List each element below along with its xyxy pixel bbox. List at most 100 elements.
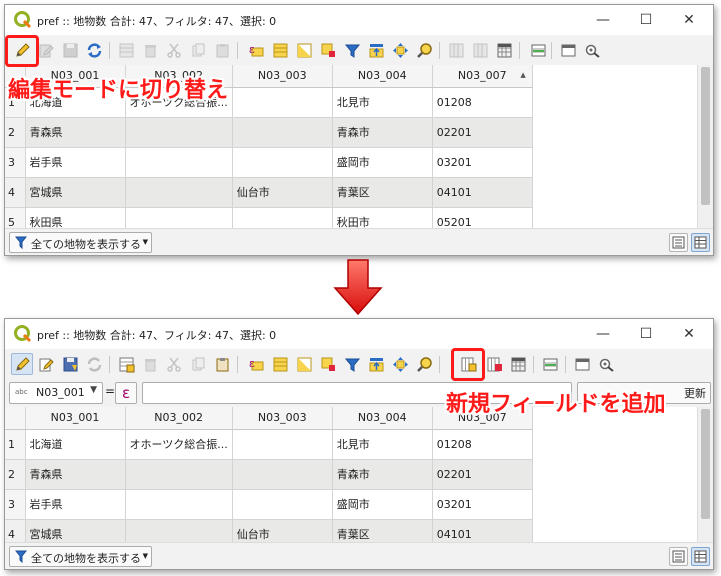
- table-cell[interactable]: [232, 429, 333, 460]
- table-cell[interactable]: [125, 207, 233, 230]
- row-number[interactable]: 2: [5, 117, 26, 148]
- row-number[interactable]: 3: [5, 147, 26, 178]
- table-cell[interactable]: 秋田市: [332, 207, 433, 230]
- table-cell[interactable]: 02201: [432, 459, 533, 490]
- table-cell[interactable]: 青森県: [25, 117, 126, 148]
- table-cell[interactable]: 岩手県: [25, 489, 126, 520]
- table-cell[interactable]: [232, 117, 333, 148]
- toggle-editing-button[interactable]: [11, 353, 33, 375]
- table-cell[interactable]: 宮城県: [25, 519, 126, 544]
- table-cell[interactable]: [125, 459, 233, 490]
- table-cell[interactable]: 仙台市: [232, 519, 333, 544]
- field-select[interactable]: abc N03_001 ▼: [9, 382, 103, 404]
- corner-header[interactable]: [5, 407, 26, 430]
- table-row[interactable]: 1 北海道 オホーツク総合振... 北見市 01208: [5, 429, 533, 460]
- table-cell[interactable]: [125, 489, 233, 520]
- row-number[interactable]: 4: [5, 519, 26, 544]
- cut-button[interactable]: [163, 353, 185, 375]
- table-row[interactable]: 5 秋田県 秋田市 05201: [5, 207, 533, 230]
- table-cell[interactable]: 青葉区: [332, 519, 433, 544]
- form-view-button[interactable]: [669, 547, 688, 566]
- table-row[interactable]: 3 岩手県 盛岡市 03201: [5, 147, 533, 178]
- zoom-to-selected-button[interactable]: [413, 39, 435, 61]
- new-field-button[interactable]: [445, 39, 467, 61]
- delete-feature-button[interactable]: [139, 39, 161, 61]
- column-header[interactable]: N03_004: [332, 65, 433, 88]
- vertical-scrollbar[interactable]: [697, 65, 713, 230]
- table-cell[interactable]: [232, 459, 333, 490]
- row-number[interactable]: 4: [5, 177, 26, 208]
- row-number[interactable]: 5: [5, 207, 26, 230]
- select-all-button[interactable]: [269, 39, 291, 61]
- save-edits-button[interactable]: [59, 353, 81, 375]
- reload-button[interactable]: [83, 353, 105, 375]
- conditional-formatting-button[interactable]: [527, 39, 549, 61]
- table-cell[interactable]: 盛岡市: [332, 147, 433, 178]
- maximize-button[interactable]: ☐: [626, 9, 666, 31]
- paste-button[interactable]: [211, 39, 233, 61]
- row-number[interactable]: 3: [5, 489, 26, 520]
- table-cell[interactable]: 青葉区: [332, 177, 433, 208]
- feature-filter-button[interactable]: 全ての地物を表示する ▼: [9, 546, 152, 567]
- scrollbar-thumb[interactable]: [701, 409, 710, 519]
- paste-button[interactable]: [211, 353, 233, 375]
- table-cell[interactable]: [125, 177, 233, 208]
- delete-field-button[interactable]: [469, 39, 491, 61]
- dock-table-button[interactable]: [557, 39, 579, 61]
- vertical-scrollbar[interactable]: [697, 407, 713, 544]
- table-view-button[interactable]: [691, 547, 710, 566]
- column-header[interactable]: N03_001: [25, 407, 126, 430]
- table-cell[interactable]: [125, 117, 233, 148]
- pan-to-selected-button[interactable]: [389, 39, 411, 61]
- save-edits-button[interactable]: [59, 39, 81, 61]
- dock-table-button[interactable]: [571, 353, 593, 375]
- minimize-button[interactable]: —: [583, 323, 623, 345]
- table-cell[interactable]: 01208: [432, 87, 533, 118]
- column-header[interactable]: N03_003: [232, 407, 333, 430]
- column-header[interactable]: N03_002: [125, 407, 233, 430]
- column-header-sorted[interactable]: N03_007: [432, 65, 533, 88]
- reload-button[interactable]: [83, 39, 105, 61]
- table-cell[interactable]: 盛岡市: [332, 489, 433, 520]
- table-row[interactable]: 2 青森県 青森市 02201: [5, 459, 533, 490]
- maximize-button[interactable]: ☐: [626, 323, 666, 345]
- field-calculator-button[interactable]: [507, 353, 529, 375]
- add-feature-button[interactable]: [115, 39, 137, 61]
- invert-selection-button[interactable]: [293, 353, 315, 375]
- table-cell[interactable]: 青森市: [332, 117, 433, 148]
- table-cell[interactable]: 宮城県: [25, 177, 126, 208]
- table-row[interactable]: 3 岩手県 盛岡市 03201: [5, 489, 533, 520]
- table-row[interactable]: 4 宮城県 仙台市 青葉区 04101: [5, 177, 533, 208]
- conditional-formatting-button[interactable]: [539, 353, 561, 375]
- pan-to-selected-button[interactable]: [389, 353, 411, 375]
- column-header[interactable]: N03_004: [332, 407, 433, 430]
- select-by-expression-button[interactable]: ε: [245, 39, 267, 61]
- close-button[interactable]: ✕: [669, 323, 709, 345]
- actions-button[interactable]: [595, 353, 617, 375]
- table-cell[interactable]: [232, 207, 333, 230]
- close-button[interactable]: ✕: [669, 9, 709, 31]
- scrollbar-thumb[interactable]: [701, 67, 710, 205]
- table-cell[interactable]: [232, 147, 333, 178]
- delete-field-button[interactable]: [483, 353, 505, 375]
- table-cell[interactable]: 仙台市: [232, 177, 333, 208]
- zoom-to-selected-button[interactable]: [413, 353, 435, 375]
- add-feature-button[interactable]: [115, 353, 137, 375]
- column-header[interactable]: N03_003: [232, 65, 333, 88]
- multi-edit-button[interactable]: [35, 353, 57, 375]
- expression-builder-button[interactable]: ε: [115, 382, 137, 404]
- table-view-button[interactable]: [691, 233, 710, 252]
- deselect-all-button[interactable]: [317, 353, 339, 375]
- table-cell[interactable]: 青森県: [25, 459, 126, 490]
- table-cell[interactable]: [232, 87, 333, 118]
- delete-feature-button[interactable]: [139, 353, 161, 375]
- copy-button[interactable]: [187, 353, 209, 375]
- field-calculator-button[interactable]: [493, 39, 515, 61]
- table-cell[interactable]: 秋田県: [25, 207, 126, 230]
- table-cell[interactable]: 青森市: [332, 459, 433, 490]
- table-cell[interactable]: [125, 147, 233, 178]
- table-cell[interactable]: 01208: [432, 429, 533, 460]
- form-view-button[interactable]: [669, 233, 688, 252]
- table-cell[interactable]: [125, 519, 233, 544]
- table-cell[interactable]: 03201: [432, 147, 533, 178]
